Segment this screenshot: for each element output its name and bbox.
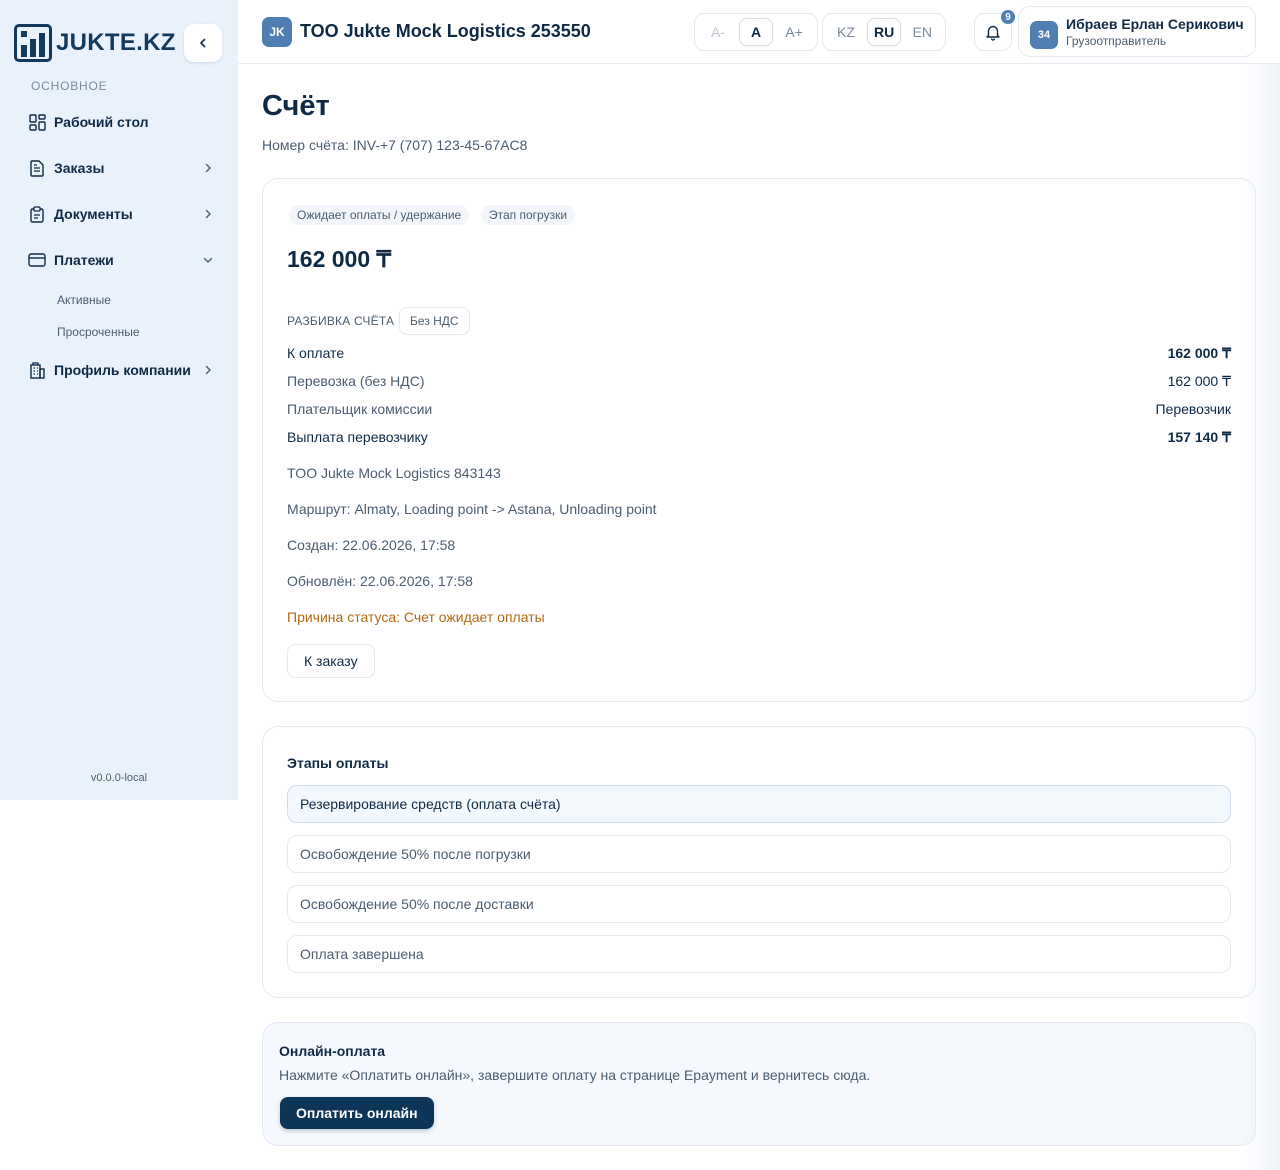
top-header: JK TOO Jukte Mock Logistics 253550 A- A … [238, 0, 1280, 64]
language-kz-button[interactable]: KZ [829, 18, 863, 46]
breakdown-row-to-pay: К оплате 162 000 ₸ [287, 345, 1231, 362]
created-date: Создан: 22.06.2026, 17:58 [287, 537, 456, 553]
logo[interactable]: JUKTE.KZ [14, 24, 176, 62]
breakdown-row-fee-payer: Плательщик комиссии Перевозчик [287, 401, 1231, 417]
page-title: Счёт [262, 90, 330, 122]
row-value: 157 140 ₸ [1167, 429, 1231, 445]
row-label: Выплата перевозчику [287, 429, 428, 445]
chevron-right-icon [202, 208, 214, 220]
status-reason: Причина статуса: Счет ожидает оплаты [287, 609, 545, 625]
notifications-button[interactable]: 9 [974, 10, 1015, 51]
sidebar-item-label: Заказы [54, 160, 105, 176]
clipboard-icon [28, 205, 46, 223]
font-size-decrease-button[interactable]: A- [701, 18, 735, 46]
bell-icon [986, 25, 1000, 41]
invoice-card: Ожидает оплаты / удержание Этап погрузки… [262, 178, 1256, 702]
logo-icon [14, 24, 52, 62]
row-label: Перевозка (без НДС) [287, 373, 425, 389]
row-value: Перевозчик [1155, 401, 1231, 417]
language-en-button[interactable]: EN [905, 18, 939, 46]
stages-title: Этапы оплаты [287, 755, 389, 771]
user-role: Грузоотправитель [1066, 34, 1167, 48]
avatar: 34 [1030, 21, 1058, 49]
online-payment-card: Онлайн-оплата Нажмите «Оплатить онлайн»,… [262, 1022, 1256, 1146]
font-size-switcher: A- A A+ [694, 13, 818, 51]
font-size-increase-button[interactable]: A+ [777, 18, 811, 46]
sidebar-item-label: Платежи [54, 252, 114, 268]
row-value: 162 000 ₸ [1167, 345, 1231, 361]
sidebar: JUKTE.KZ ОСНОВНОЕ Рабочий стол Заказы До… [0, 0, 238, 800]
route-text: Маршрут: Almaty, Loading point -> Astana… [287, 501, 657, 517]
user-menu[interactable]: 34 Ибраев Ерлан Серикович Грузоотправите… [1018, 6, 1256, 57]
vat-badge: Без НДС [399, 307, 470, 335]
sidebar-subitem-active[interactable]: Активные [57, 293, 111, 307]
chevron-right-icon [202, 162, 214, 174]
user-name: Ибраев Ерлан Серикович [1066, 16, 1244, 32]
collapse-sidebar-button[interactable] [184, 24, 222, 62]
app-version: v0.0.0-local [90, 772, 148, 784]
company-name: TOO Jukte Mock Logistics 253550 [300, 21, 591, 41]
stage-item-release-delivery: Освобождение 50% после доставки [287, 885, 1231, 923]
invoice-amount: 162 000 ₸ [287, 246, 392, 272]
sidebar-item-orders[interactable]: Заказы [28, 156, 214, 180]
invoice-number: Номер счёта: INV-+7 (707) 123-45-67AC8 [262, 137, 528, 153]
status-badge: Ожидает оплаты / удержание [289, 205, 470, 225]
online-payment-title: Онлайн-оплата [279, 1043, 386, 1059]
chevron-down-icon [202, 254, 214, 266]
notifications-badge: 9 [1001, 10, 1015, 24]
language-ru-button[interactable]: RU [867, 18, 902, 46]
sidebar-item-dashboard[interactable]: Рабочий стол [28, 110, 214, 134]
chevron-left-icon [200, 38, 206, 48]
updated-date: Обновлён: 22.06.2026, 17:58 [287, 573, 473, 589]
stage-item-release-loading: Освобождение 50% после погрузки [287, 835, 1231, 873]
row-label: К оплате [287, 345, 345, 361]
file-text-icon [28, 159, 46, 177]
sidebar-item-label: Профиль компании [54, 362, 191, 378]
logo-text: JUKTE.KZ [56, 29, 176, 56]
sidebar-item-company-profile[interactable]: Профиль компании [28, 358, 214, 382]
online-payment-description: Нажмите «Оплатить онлайн», завершите опл… [279, 1067, 871, 1083]
payment-stages-card: Этапы оплаты Резервирование средств (опл… [262, 726, 1256, 998]
language-switcher: KZ RU EN [822, 13, 947, 51]
sidebar-item-documents[interactable]: Документы [28, 202, 214, 226]
chevron-right-icon [202, 364, 214, 376]
company-badge: JK [262, 17, 292, 47]
sidebar-item-label: Документы [54, 206, 133, 222]
credit-card-icon [28, 251, 46, 269]
sidebar-item-payments[interactable]: Платежи [28, 248, 214, 272]
breakdown-row-transport: Перевозка (без НДС) 162 000 ₸ [287, 373, 1231, 390]
sidebar-item-label: Рабочий стол [54, 114, 149, 130]
pay-online-button[interactable]: Оплатить онлайн [280, 1097, 434, 1129]
sidebar-subitem-overdue[interactable]: Просроченные [57, 325, 140, 339]
stage-badge: Этап погрузки [481, 205, 576, 225]
breakdown-row-carrier-payout: Выплата перевозчику 157 140 ₸ [287, 429, 1231, 446]
font-size-default-button[interactable]: A [739, 18, 773, 46]
stage-item-reservation: Резервирование средств (оплата счёта) [287, 785, 1231, 823]
breakdown-label: РАЗБИВКА СЧЁТА [287, 314, 395, 328]
counterparty-name: TOO Jukte Mock Logistics 843143 [287, 465, 501, 481]
to-order-button[interactable]: К заказу [287, 644, 375, 678]
row-label: Плательщик комиссии [287, 401, 433, 417]
row-value: 162 000 ₸ [1167, 373, 1231, 389]
building-icon [28, 361, 46, 379]
sidebar-section-label: ОСНОВНОЕ [31, 79, 108, 93]
stage-item-completed: Оплата завершена [287, 935, 1231, 973]
dashboard-icon [28, 113, 46, 131]
